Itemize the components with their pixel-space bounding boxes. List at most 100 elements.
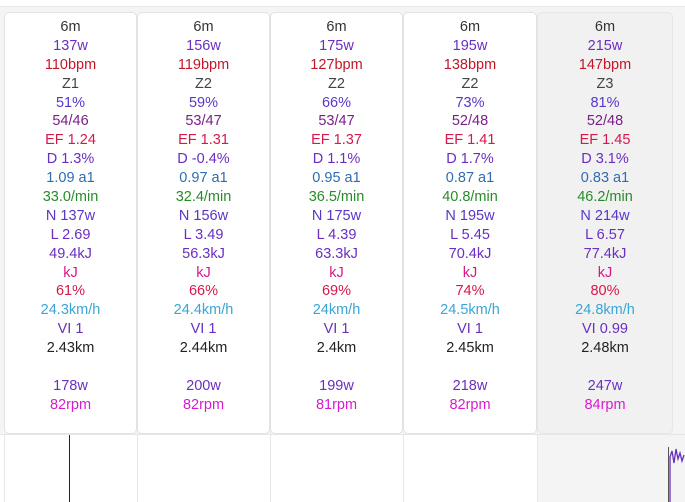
interval-percent: 59% <box>188 94 219 111</box>
interval-avg-power: 178w <box>53 377 88 394</box>
chart-segment[interactable] <box>537 435 685 502</box>
interval-drift: D 1.7% <box>446 151 494 168</box>
interval-card[interactable]: 6m 175w 127bpm Z2 66% 53/47 EF 1.37 D 1.1% 0.95 … <box>270 12 403 434</box>
interval-load: L 2.69 <box>50 226 91 243</box>
interval-zone: Z1 <box>62 75 79 92</box>
interval-load: L 3.49 <box>183 226 224 243</box>
interval-hr: 119bpm <box>177 56 230 73</box>
interval-duration: 6m <box>60 19 81 35</box>
interval-hr: 138bpm <box>443 56 497 73</box>
interval-cadence-rate: 33.0/min <box>42 189 99 206</box>
interval-drift: D 1.3% <box>46 151 95 168</box>
interval-stats-view: 6m 137w 110bpm Z1 51% 54/46 EF 1.24 D 1.3% 1.09 … <box>0 0 685 502</box>
interval-ef: EF 1.45 <box>579 132 631 149</box>
interval-hr: 127bpm <box>310 56 363 73</box>
interval-vi: VI 1 <box>57 321 84 338</box>
interval-stats: 6m 215w 147bpm Z3 81% 52/48 EF 1.45 D 3.1% 0.83 … <box>538 18 672 415</box>
interval-load: L 6.57 <box>585 226 625 243</box>
interval-np: N 156w <box>178 207 229 224</box>
chart-segment[interactable] <box>4 435 137 502</box>
interval-speed: 24.3km/h <box>40 302 101 319</box>
interval-ratio: 54/46 <box>52 113 89 130</box>
interval-cadence-rate: 32.4/min <box>175 189 232 206</box>
interval-stats: 6m 195w 138bpm Z2 73% 52/48 EF 1.41 D 1.7% 0.87 … <box>404 18 536 415</box>
interval-card[interactable]: 6m 195w 138bpm Z2 73% 52/48 EF 1.41 D 1.7% 0.87 … <box>403 12 537 434</box>
interval-intensity: 66% <box>188 283 219 300</box>
interval-ef: EF 1.24 <box>45 132 96 149</box>
top-strip <box>0 0 685 7</box>
interval-stats: 6m 175w 127bpm Z2 66% 53/47 EF 1.37 D 1.1% 0.95 … <box>271 18 402 415</box>
interval-speed: 24.5km/h <box>440 302 500 319</box>
interval-avg-power: 218w <box>452 377 488 394</box>
interval-zone: Z2 <box>328 75 345 92</box>
interval-power: 195w <box>452 37 488 54</box>
interval-work: 63.3kJ <box>315 245 358 262</box>
chart-segment[interactable] <box>403 435 537 502</box>
interval-distance: 2.45km <box>446 340 494 357</box>
interval-kj: kJ <box>63 264 78 281</box>
interval-duration: 6m <box>193 19 214 35</box>
interval-distance: 2.43km <box>46 340 95 357</box>
interval-ef: EF 1.37 <box>311 132 362 149</box>
interval-work: 77.4kJ <box>583 245 627 262</box>
interval-speed: 24.4km/h <box>173 302 234 319</box>
interval-percent: 81% <box>590 94 620 111</box>
interval-card[interactable]: 6m 137w 110bpm Z1 51% 54/46 EF 1.24 D 1.3% 1.09 … <box>4 12 137 434</box>
chart-segment[interactable] <box>270 435 403 502</box>
interval-avg-power: 199w <box>319 377 354 394</box>
power-trace-line <box>668 447 685 502</box>
interval-avg-power: 247w <box>587 377 623 394</box>
interval-power: 175w <box>319 37 354 54</box>
interval-work: 49.4kJ <box>49 245 92 262</box>
interval-duration: 6m <box>594 19 616 35</box>
interval-intensity: 61% <box>55 283 86 300</box>
chart-segment[interactable] <box>137 435 270 502</box>
interval-load: L 5.45 <box>450 226 490 243</box>
interval-kj: kJ <box>462 264 478 281</box>
interval-ratio: 52/48 <box>451 113 489 130</box>
interval-chart-strip[interactable] <box>0 434 685 502</box>
interval-zone: Z2 <box>195 75 212 92</box>
interval-np: N 137w <box>45 207 96 224</box>
interval-alpha: 0.87 a1 <box>445 170 495 187</box>
interval-work: 70.4kJ <box>448 245 492 262</box>
interval-distance: 2.44km <box>179 340 228 357</box>
interval-ratio: 53/47 <box>318 113 355 130</box>
interval-ratio: 52/48 <box>586 113 624 130</box>
interval-alpha: 0.83 a1 <box>580 170 630 187</box>
interval-duration: 6m <box>459 19 481 35</box>
interval-np: N 175w <box>311 207 362 224</box>
interval-power: 137w <box>53 37 88 54</box>
interval-card[interactable]: 6m 215w 147bpm Z3 81% 52/48 EF 1.45 D 3.1% 0.83 … <box>537 12 673 434</box>
interval-np: N 214w <box>580 207 630 224</box>
interval-rpm: 82rpm <box>182 396 225 413</box>
interval-kj: kJ <box>196 264 211 281</box>
interval-rpm: 81rpm <box>315 396 358 413</box>
interval-intensity: 74% <box>455 283 485 300</box>
interval-percent: 66% <box>321 94 352 111</box>
interval-distance: 2.4km <box>316 340 357 357</box>
interval-load: L 4.39 <box>316 226 357 243</box>
interval-intensity: 69% <box>321 283 352 300</box>
interval-avg-power: 200w <box>186 377 221 394</box>
interval-alpha: 0.97 a1 <box>179 170 228 187</box>
interval-alpha: 0.95 a1 <box>312 170 361 187</box>
interval-drift: D -0.4% <box>177 151 230 168</box>
interval-rpm: 82rpm <box>49 396 92 413</box>
interval-drift: D 3.1% <box>581 151 629 168</box>
interval-work: 56.3kJ <box>182 245 225 262</box>
interval-card[interactable]: 6m 156w 119bpm Z2 59% 53/47 EF 1.31 D -0.4% 0.97… <box>137 12 270 434</box>
interval-hr: 110bpm <box>44 56 97 73</box>
interval-speed: 24km/h <box>312 302 361 319</box>
interval-ef: EF 1.31 <box>178 132 229 149</box>
interval-cards: 6m 137w 110bpm Z1 51% 54/46 EF 1.24 D 1.3% 1.09 … <box>0 12 685 434</box>
interval-ratio: 53/47 <box>185 113 222 130</box>
interval-percent: 73% <box>455 94 485 111</box>
interval-intensity: 80% <box>590 283 620 300</box>
cursor-marker <box>69 435 70 502</box>
interval-percent: 51% <box>55 94 86 111</box>
interval-vi: VI 1 <box>457 321 483 338</box>
interval-zone: Z2 <box>461 75 479 92</box>
